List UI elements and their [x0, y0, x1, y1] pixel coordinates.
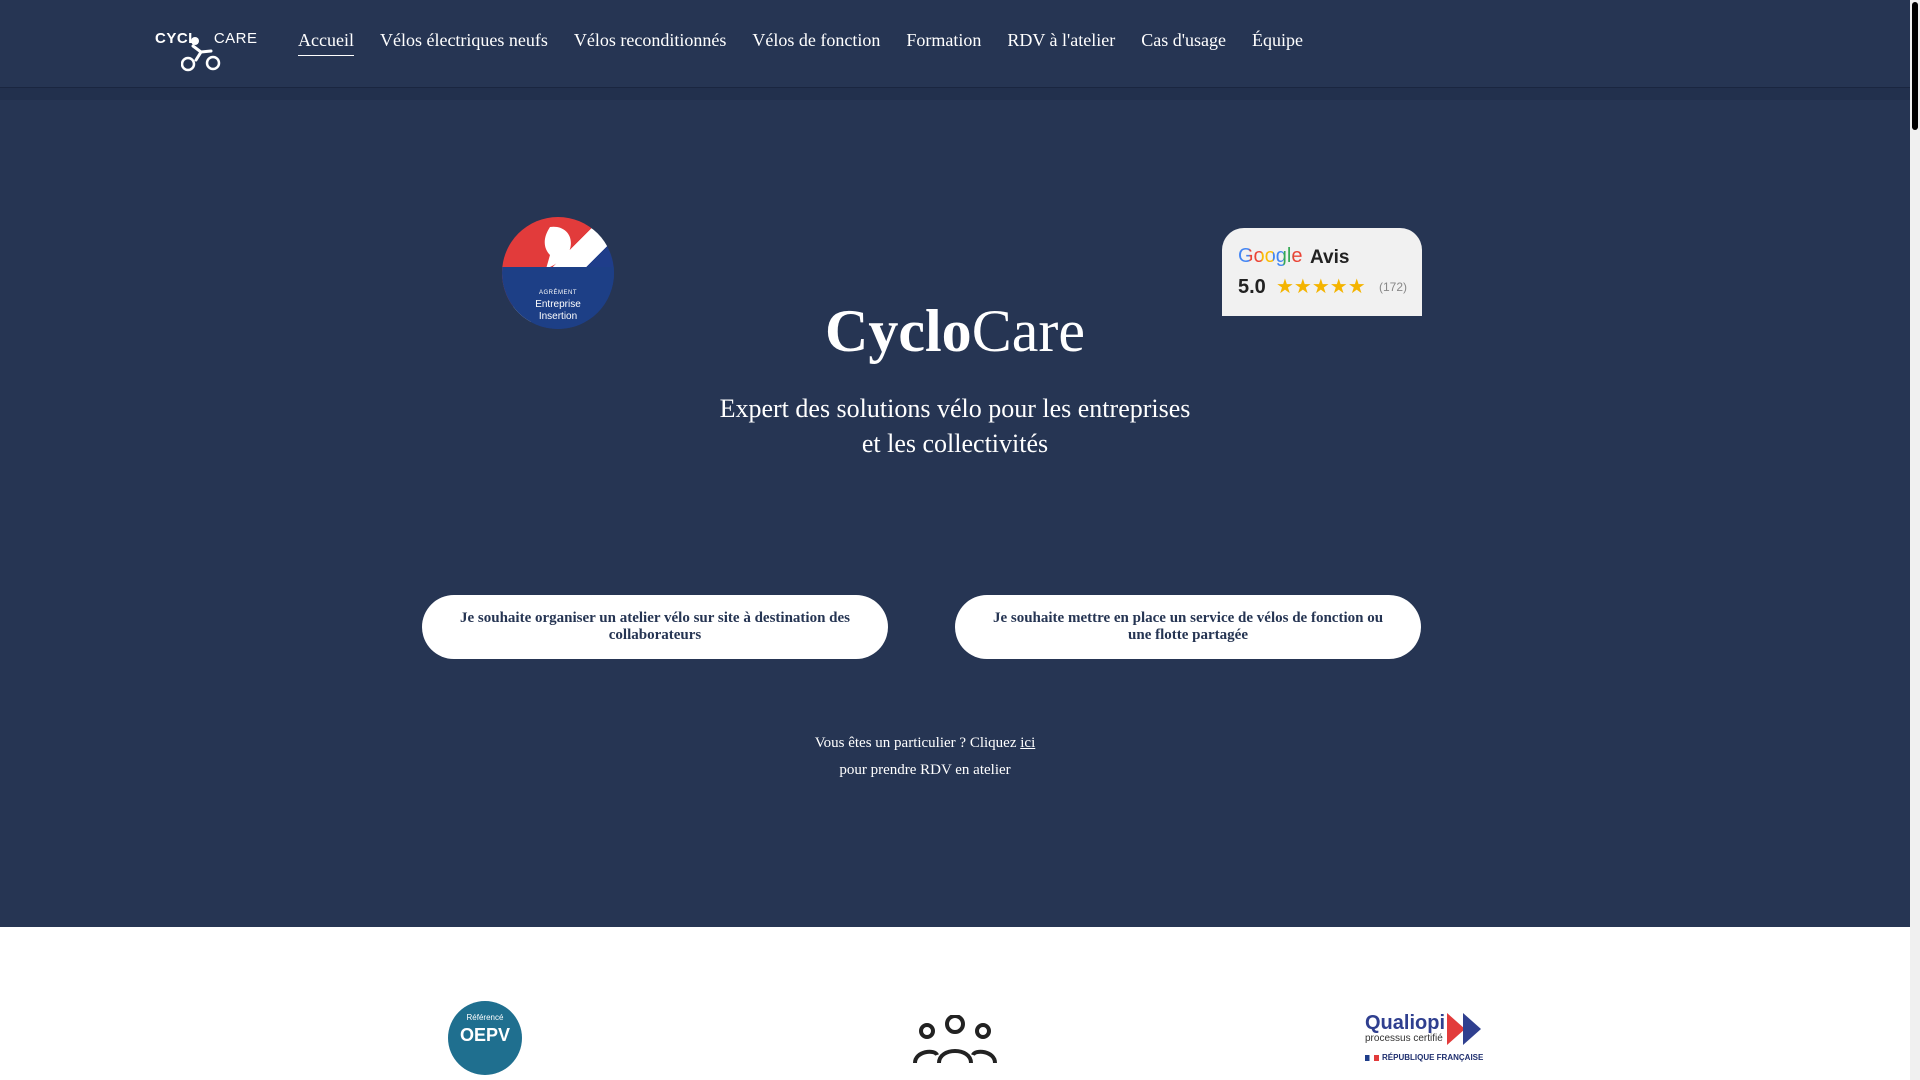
qualiopi-rf-text: RÉPUBLIQUE FRANÇAISE: [1382, 1053, 1484, 1062]
cyclist-icon: [181, 37, 221, 72]
particulier-text-pre: Vous êtes un particulier ? Cliquez: [814, 735, 1021, 751]
page: CYCL CARE Accueil Vélos électriques neufs…: [0, 0, 1920, 1080]
tagline-line1: Expert des solutions vélo pour les entre…: [719, 394, 1191, 423]
atelier-velo-button[interactable]: Je souhaite organiser un atelier vélo su…: [422, 595, 888, 659]
nav-item-rdv-atelier[interactable]: RDV à l'atelier: [1007, 30, 1115, 56]
title-bold-part: Cyclo: [825, 298, 972, 364]
oepv-name: OEPV: [459, 1025, 511, 1045]
nav-item-equipe[interactable]: Équipe: [1252, 30, 1303, 56]
qualiopi-arrows-icon: [1447, 1013, 1481, 1045]
oepv-badge: Référencé OEPV: [448, 1001, 522, 1075]
velos-de-fonction-button[interactable]: Je souhaite mettre en place un service d…: [955, 595, 1421, 659]
team-group-icon: [913, 1015, 997, 1064]
qualiopi-republique: RÉPUBLIQUE FRANÇAISE: [1365, 1053, 1485, 1062]
page-title: CycloCare: [0, 296, 1910, 366]
scrollbar-thumb[interactable]: [1912, 2, 1918, 130]
nav-item-cas-usage[interactable]: Cas d'usage: [1141, 30, 1226, 56]
particulier-link[interactable]: ici: [1020, 735, 1035, 751]
tagline-line2: et les collectivités: [861, 429, 1049, 458]
page-scrollbar[interactable]: [1910, 0, 1920, 1080]
nav-item-accueil[interactable]: Accueil: [298, 30, 354, 56]
main-nav: Accueil Vélos électriques neufs Vélos re…: [298, 30, 1303, 56]
google-review-count: (172): [1379, 280, 1408, 294]
title-regular-part: Care: [971, 298, 1085, 364]
nav-item-velos-reconditionnes[interactable]: Vélos reconditionnés: [574, 30, 726, 56]
cyclocare-logo[interactable]: CYCL CARE: [155, 30, 257, 72]
certifications-section: Référencé OEPV Qualiopi processus certif…: [0, 927, 1910, 1080]
qualiopi-logo: Qualiopi processus certifié RÉPUBLIQUE F…: [1365, 1013, 1485, 1062]
french-flag-icon: [1365, 1054, 1379, 1061]
google-logo: Google: [1238, 245, 1303, 268]
nav-item-formation[interactable]: Formation: [906, 30, 981, 56]
google-word: Google: [1238, 245, 1303, 267]
google-avis-label: Avis: [1310, 247, 1350, 268]
marianne-icon: [544, 226, 571, 269]
particulier-notice: Vous êtes un particulier ? Cliquez ici p…: [0, 730, 1850, 784]
nav-item-velos-electriques-neufs[interactable]: Vélos électriques neufs: [380, 30, 548, 56]
hero-section: AGRÉMENT Entreprise Insertion Google Avi…: [0, 100, 1910, 927]
oepv-ref-text: Référencé: [466, 1013, 504, 1022]
tagline: Expert des solutions vélo pour les entre…: [655, 391, 1255, 461]
particulier-text-post: pour prendre RDV en atelier: [839, 762, 1011, 778]
nav-item-velos-de-fonction[interactable]: Vélos de fonction: [752, 30, 880, 56]
site-header: CYCL CARE Accueil Vélos électriques neufs…: [0, 0, 1910, 88]
header-divider: [0, 88, 1910, 100]
star-rating-icon: ★★★★★: [1276, 276, 1366, 298]
